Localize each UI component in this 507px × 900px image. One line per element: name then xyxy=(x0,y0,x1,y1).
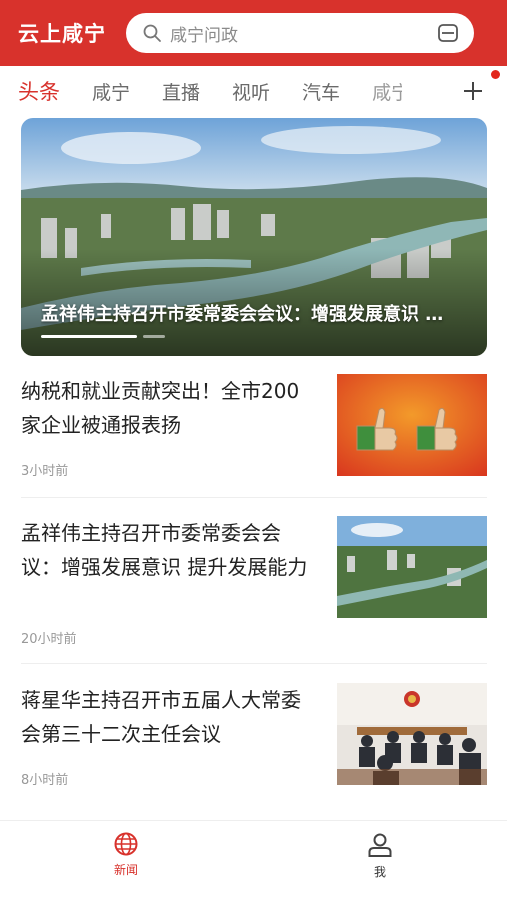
tab-headline[interactable]: 头条 xyxy=(18,76,60,106)
news-time: 3小时前 xyxy=(21,464,69,479)
carousel-indicator xyxy=(41,335,165,338)
news-time: 8小时前 xyxy=(21,773,69,788)
app-root: 云上咸宁 咸宁问政 头条 咸宁 直播 视听 汽车 咸宁 孟祥伟主持召开市委常委会… xyxy=(0,0,507,900)
add-channel-icon[interactable] xyxy=(461,79,485,103)
nav-news[interactable]: 新闻 xyxy=(86,831,166,878)
globe-icon xyxy=(114,832,138,856)
tab-auto[interactable]: 汽车 xyxy=(302,78,340,105)
bottom-nav: 新闻 我 xyxy=(0,820,507,900)
tab-xianning[interactable]: 咸宁 xyxy=(92,78,130,105)
notification-dot xyxy=(491,70,500,79)
hero-title: 孟祥伟主持召开市委常委会会议：增强发展意识 提升发展能力 xyxy=(41,304,451,325)
news-thumbnail xyxy=(337,683,487,785)
scan-icon[interactable] xyxy=(436,21,460,45)
news-time: 20小时前 xyxy=(21,632,77,647)
meeting-room-image xyxy=(337,683,487,785)
tab-live[interactable]: 直播 xyxy=(162,78,200,105)
carousel-dot xyxy=(143,335,165,338)
app-brand: 云上咸宁 xyxy=(18,22,106,46)
nav-me-label: 我 xyxy=(373,865,386,879)
search-icon xyxy=(143,24,161,42)
news-title: 蒋星华主持召开市五届人大常委会第三十二次主任会议 xyxy=(21,688,301,746)
top-header: 云上咸宁 咸宁问政 xyxy=(0,0,507,66)
user-icon xyxy=(368,833,392,857)
hero-banner[interactable]: 孟祥伟主持召开市委常委会会议：增强发展意识 提升发展能力 xyxy=(21,118,487,356)
news-title: 纳税和就业贡献突出！全市200家企业被通报表扬 xyxy=(21,379,300,437)
tab-xianning-2[interactable]: 咸宁 xyxy=(372,78,402,105)
thumbs-up-image xyxy=(337,374,487,476)
news-item[interactable]: 孟祥伟主持召开市委常委会会议：增强发展意识 提升发展能力 20小时前 xyxy=(21,516,487,664)
nav-me[interactable]: 我 xyxy=(340,831,420,880)
nav-news-label: 新闻 xyxy=(113,863,138,877)
news-thumbnail xyxy=(337,374,487,476)
search-placeholder: 咸宁问政 xyxy=(170,25,238,46)
city-river-image xyxy=(337,516,487,618)
news-item[interactable]: 蒋星华主持召开市五届人大常委会第三十二次主任会议 8小时前 xyxy=(21,683,487,805)
search-bar[interactable]: 咸宁问政 xyxy=(126,13,474,53)
news-title: 孟祥伟主持召开市委常委会会议：增强发展意识 提升发展能力 xyxy=(21,521,308,579)
channel-tabs: 头条 咸宁 直播 视听 汽车 咸宁 xyxy=(0,66,507,116)
news-thumbnail xyxy=(337,516,487,618)
carousel-dot-active xyxy=(41,335,137,338)
tab-audio-video[interactable]: 视听 xyxy=(232,78,270,105)
news-item[interactable]: 纳税和就业贡献突出！全市200家企业被通报表扬 3小时前 xyxy=(21,374,487,498)
